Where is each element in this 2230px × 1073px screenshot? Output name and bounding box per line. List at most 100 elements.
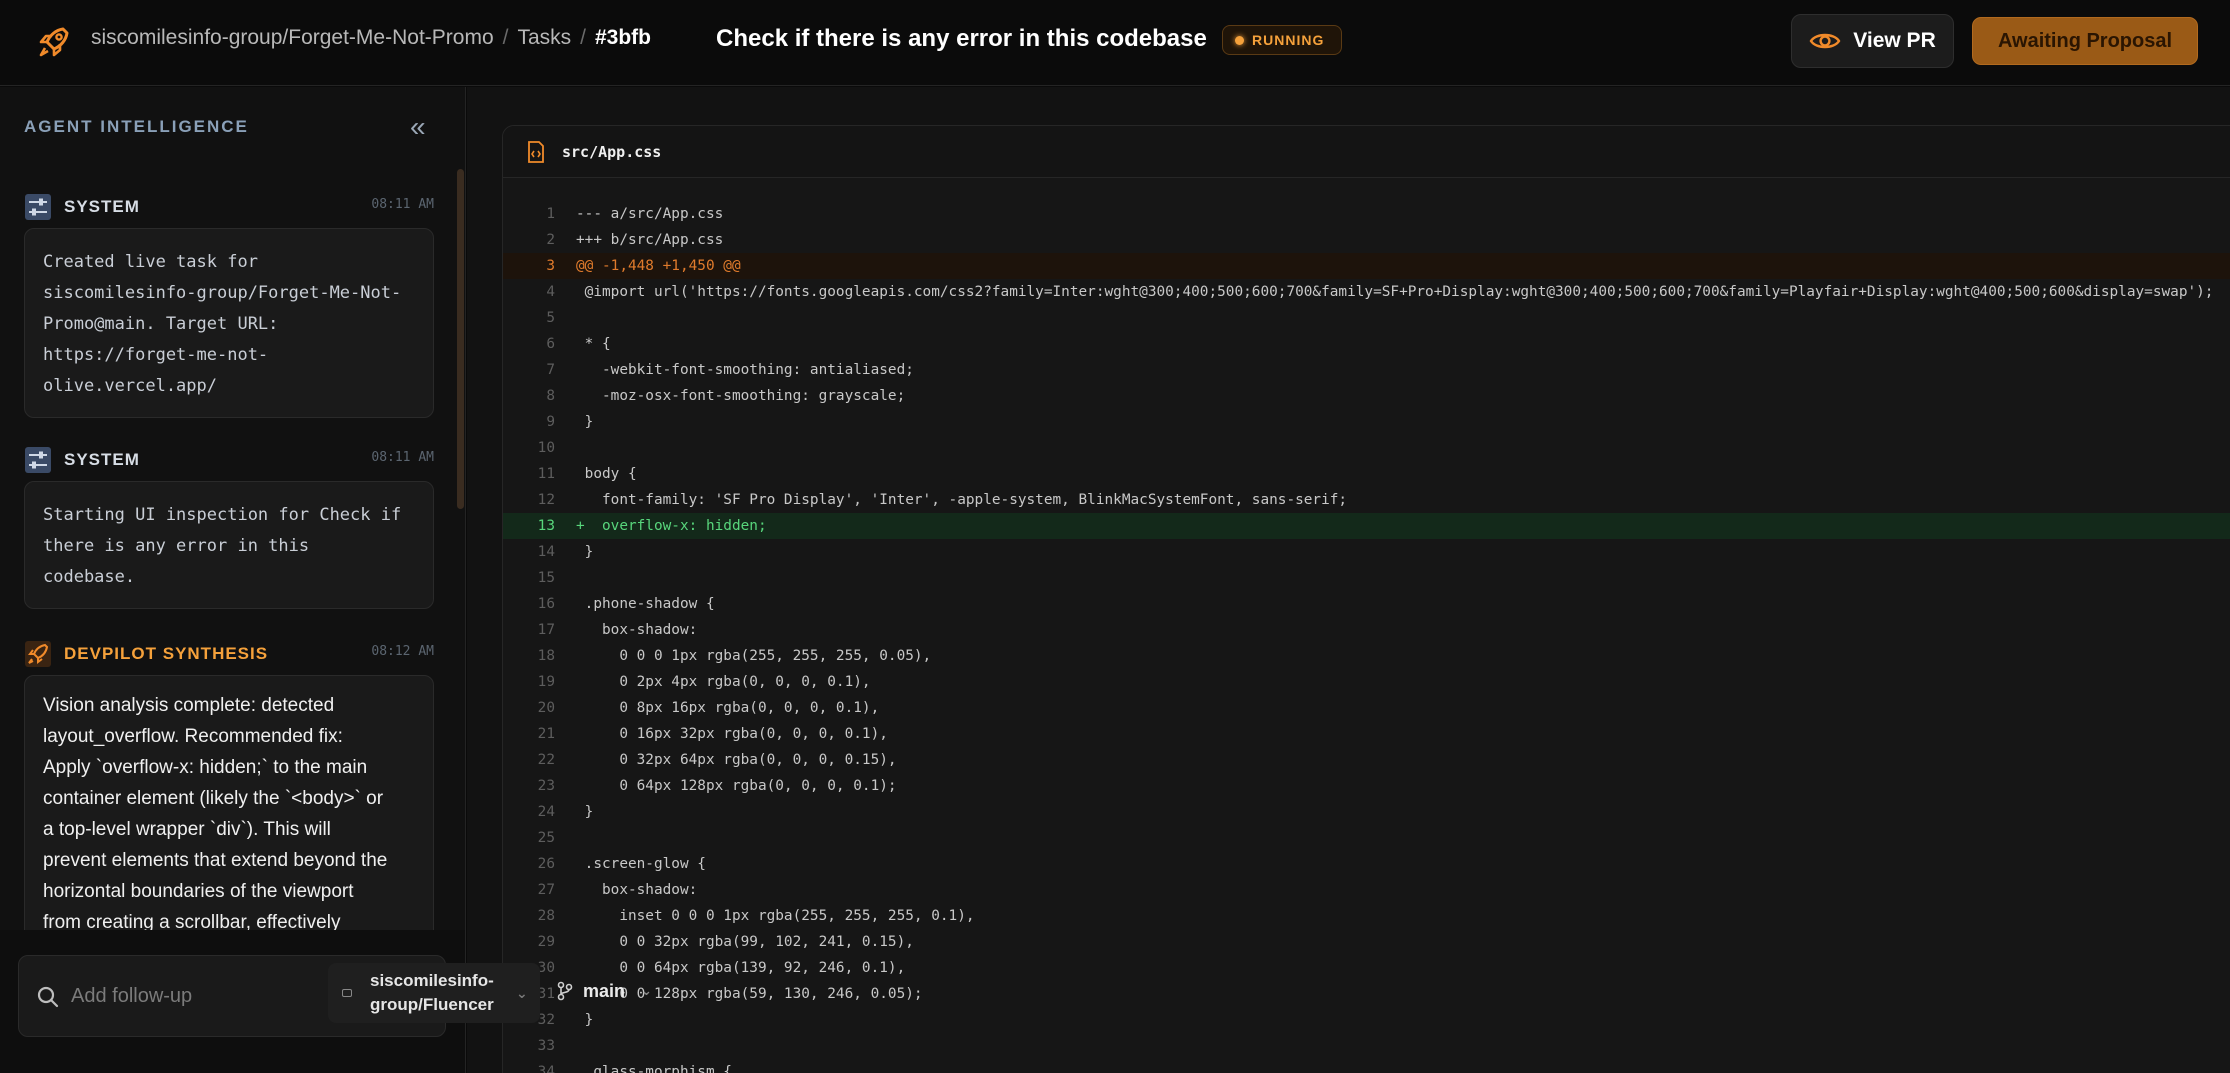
agent-intelligence-sidebar: AGENT INTELLIGENCE « SYSTEM 08:11 AM Cre…: [0, 87, 466, 1073]
breadcrumb-tasks[interactable]: Tasks: [517, 26, 571, 50]
code-line: 28 inset 0 0 0 1px rgba(255, 255, 255, 0…: [503, 903, 2230, 929]
code-line: 5: [503, 305, 2230, 331]
branch-name: main: [583, 980, 626, 1001]
line-number: 14: [537, 544, 555, 560]
status-badge: RUNNING: [1222, 25, 1342, 55]
line-number: 21: [537, 726, 555, 742]
code-line: 26 .screen-glow {: [503, 851, 2230, 877]
line-text: }: [576, 804, 594, 820]
message-line: there is any error in this: [43, 536, 310, 556]
code-line: 18 0 0 0 1px rgba(255, 255, 255, 0.05),: [503, 643, 2230, 669]
chevron-down-icon: ⌄: [641, 983, 652, 998]
code-line: 22 0 32px 64px rgba(0, 0, 0, 0.15),: [503, 747, 2230, 773]
message-line: Apply `overflow-x: hidden;` to the main: [43, 757, 368, 778]
git-branch-icon: [557, 981, 573, 1001]
code-line: 9 }: [503, 409, 2230, 435]
repo-selector[interactable]: siscomilesinfo- group/Fluencer ⌄: [328, 963, 540, 1023]
line-number: 19: [537, 674, 555, 690]
code-line: 34 .glass-morphism {: [503, 1059, 2230, 1073]
line-text: 0 0 0 1px rgba(255, 255, 255, 0.05),: [576, 648, 932, 664]
line-number: 3: [546, 258, 555, 274]
line-text: 0 64px 128px rgba(0, 0, 0, 0.1);: [576, 778, 897, 794]
line-text: }: [576, 414, 594, 430]
message-line: layout_overflow. Recommended fix:: [43, 726, 343, 747]
line-number: 20: [537, 700, 555, 716]
line-number: 6: [546, 336, 555, 352]
code-line: 7 -webkit-font-smoothing: antialiased;: [503, 357, 2230, 383]
breadcrumb: siscomilesinfo-group/Forget-Me-Not-Promo…: [91, 26, 651, 50]
top-bar: siscomilesinfo-group/Forget-Me-Not-Promo…: [0, 0, 2230, 86]
message-line: container element (likely the `<body>` o…: [43, 788, 384, 809]
line-text: --- a/src/App.css: [576, 206, 724, 222]
code-line-hunk: 3 @@ -1,448 +1,450 @@: [503, 253, 2230, 279]
awaiting-proposal-button[interactable]: Awaiting Proposal: [1972, 17, 2198, 65]
collapse-sidebar-icon[interactable]: «: [410, 113, 426, 141]
line-number: 24: [537, 804, 555, 820]
line-number: 13: [537, 518, 555, 534]
line-number: 33: [537, 1038, 555, 1054]
diff-viewer: src/App.css 1 --- a/src/App.css 2 +++ b/src…: [502, 125, 2230, 1073]
line-number: 11: [537, 466, 555, 482]
line-text: + overflow-x: hidden;: [576, 518, 767, 534]
sliders-icon: [25, 194, 51, 220]
line-number: 27: [537, 882, 555, 898]
rocket-icon: [25, 641, 51, 667]
line-number: 17: [537, 622, 555, 638]
message-card: Starting UI inspection for Check if ther…: [24, 481, 434, 609]
line-number: 25: [537, 830, 555, 846]
code-line-added: 13 + overflow-x: hidden;: [503, 513, 2230, 539]
code-line: 30 0 0 64px rgba(139, 92, 246, 0.1),: [503, 955, 2230, 981]
code-line: 25: [503, 825, 2230, 851]
breadcrumb-separator: /: [502, 26, 509, 49]
line-text: @@ -1,448 +1,450 @@: [576, 258, 741, 274]
view-pr-button[interactable]: View PR: [1791, 14, 1954, 68]
file-header: src/App.css: [503, 126, 2230, 178]
line-number: 23: [537, 778, 555, 794]
line-text: font-family: 'SF Pro Display', 'Inter', …: [576, 492, 1348, 508]
code-line: 1 --- a/src/App.css: [503, 201, 2230, 227]
code-line: 31 0 0 128px rgba(59, 130, 246, 0.05);: [503, 981, 2230, 1007]
line-number: 28: [537, 908, 555, 924]
message-header: SYSTEM 08:11 AM: [24, 446, 434, 474]
line-text: 0 0 32px rgba(99, 102, 241, 0.15),: [576, 934, 914, 950]
line-number: 5: [546, 310, 555, 326]
code-line: 21 0 16px 32px rgba(0, 0, 0, 0.1),: [503, 721, 2230, 747]
message-line: horizontal boundaries of the viewport: [43, 881, 354, 902]
message-line: Starting UI inspection for Check if: [43, 505, 402, 525]
message-line: Created live task for: [43, 252, 258, 272]
line-text: }: [576, 544, 594, 560]
code-line: 24 }: [503, 799, 2230, 825]
code-line: 23 0 64px 128px rgba(0, 0, 0, 0.1);: [503, 773, 2230, 799]
repo-icon: [342, 989, 352, 997]
message-line: prevent elements that extend beyond the: [43, 850, 388, 871]
main-panel: src/App.css 1 --- a/src/App.css 2 +++ b/src…: [467, 87, 2230, 1073]
rocket-logo-icon[interactable]: [36, 24, 72, 60]
line-number: 29: [537, 934, 555, 950]
eye-icon: [1809, 33, 1841, 49]
branch-selector[interactable]: main ⌄: [557, 976, 677, 1006]
line-text: box-shadow:: [576, 622, 698, 638]
line-text: 0 8px 16px rgba(0, 0, 0, 0.1),: [576, 700, 880, 716]
line-text: +++ b/src/App.css: [576, 232, 724, 248]
line-number: 34: [537, 1064, 555, 1073]
code-line: 12 font-family: 'SF Pro Display', 'Inter…: [503, 487, 2230, 513]
code-line: 6 * {: [503, 331, 2230, 357]
breadcrumb-repo[interactable]: siscomilesinfo-group/Forget-Me-Not-Promo: [91, 26, 494, 50]
code-line: 33: [503, 1033, 2230, 1059]
line-text: inset 0 0 0 1px rgba(255, 255, 255, 0.1)…: [576, 908, 975, 924]
code-line: 20 0 8px 16px rgba(0, 0, 0, 0.1),: [503, 695, 2230, 721]
message-line: olive.vercel.app/: [43, 376, 217, 396]
line-number: 9: [546, 414, 555, 430]
code-line: 2 +++ b/src/App.css: [503, 227, 2230, 253]
code-line: 27 box-shadow:: [503, 877, 2230, 903]
repo-line: group/Fluencer: [370, 995, 494, 1014]
message-line: a top-level wrapper `div`). This will: [43, 819, 331, 840]
line-text: * {: [576, 336, 611, 352]
code-line: 4 @import url('https://fonts.googleapis.…: [503, 279, 2230, 305]
message-author: SYSTEM: [64, 197, 140, 216]
code-line: 11 body {: [503, 461, 2230, 487]
sidebar-scrollbar[interactable]: [457, 169, 464, 509]
code-file-icon: [528, 141, 544, 163]
line-text: .glass-morphism {: [576, 1064, 732, 1073]
line-text: -webkit-font-smoothing: antialiased;: [576, 362, 914, 378]
